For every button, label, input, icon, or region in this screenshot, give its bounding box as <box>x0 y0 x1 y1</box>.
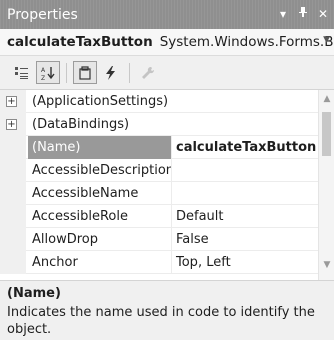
property-value[interactable]: Default <box>176 205 224 228</box>
property-row-allowdrop[interactable]: AllowDrop False <box>0 228 318 251</box>
close-button[interactable]: ✕ <box>314 6 332 23</box>
property-grid: + (ApplicationSettings) + (DataBindings)… <box>0 89 334 281</box>
property-name: (ApplicationSettings) <box>32 94 169 109</box>
row-margin <box>0 251 26 274</box>
column-divider <box>171 205 172 228</box>
property-name: Anchor <box>32 255 78 270</box>
column-divider <box>171 159 172 182</box>
wrench-icon <box>142 66 155 79</box>
property-row-accessibledescription[interactable]: AccessibleDescription <box>0 159 318 182</box>
description-pane: (Name) Indicates the name used in code t… <box>0 281 334 340</box>
properties-icon <box>79 65 91 80</box>
property-row-name[interactable]: (Name) calculateTaxButton <box>0 136 318 159</box>
vertical-scrollbar[interactable]: ▲ ▼ <box>318 90 334 280</box>
object-type: System.Windows.Forms.B <box>159 34 334 50</box>
pin-button[interactable] <box>294 6 312 23</box>
row-margin <box>0 182 26 205</box>
categorized-button[interactable] <box>10 61 34 84</box>
property-name: AccessibleName <box>32 186 139 201</box>
row-margin <box>0 136 26 159</box>
properties-titlebar: Properties ▾ ✕ <box>0 0 334 29</box>
window-dropdown-button[interactable]: ▾ <box>274 6 292 23</box>
object-name: calculateTaxButton <box>7 34 153 50</box>
row-margin <box>0 205 26 228</box>
toolbar-separator <box>66 62 67 83</box>
categorized-icon <box>15 66 28 79</box>
svg-text:A: A <box>41 67 46 74</box>
property-row-accessiblerole[interactable]: AccessibleRole Default <box>0 205 318 228</box>
object-selector[interactable]: calculateTaxButton System.Windows.Forms.… <box>0 29 334 56</box>
property-pages-button[interactable] <box>136 61 160 84</box>
property-value[interactable]: calculateTaxButton <box>176 136 316 159</box>
toolbar-separator <box>129 62 130 83</box>
row-margin <box>0 159 26 182</box>
alphabetical-button[interactable]: A Z <box>36 61 60 84</box>
property-value[interactable]: False <box>176 228 209 251</box>
property-name: (Name) <box>28 136 171 159</box>
pin-icon <box>299 7 307 17</box>
scroll-down-arrow-icon[interactable]: ▼ <box>322 260 332 270</box>
properties-toolbar: A Z <box>0 56 334 89</box>
events-lightning-icon <box>106 65 115 80</box>
events-button[interactable] <box>99 61 123 84</box>
column-divider <box>171 228 172 251</box>
description-text: Indicates the name used in code to ident… <box>7 305 315 337</box>
expand-plus-icon[interactable]: + <box>6 96 17 107</box>
property-row-databindings[interactable]: + (DataBindings) <box>0 113 318 136</box>
property-name: (DataBindings) <box>32 117 130 132</box>
expand-plus-icon[interactable]: + <box>6 119 17 130</box>
column-divider <box>171 136 172 159</box>
scrollbar-thumb[interactable] <box>322 112 331 156</box>
alphabetical-icon: A Z <box>41 66 55 81</box>
scroll-up-arrow-icon[interactable]: ▲ <box>322 94 332 104</box>
description-title: (Name) <box>7 286 61 301</box>
property-row-anchor[interactable]: Anchor Top, Left <box>0 251 318 274</box>
property-name: AccessibleDescription <box>32 163 171 178</box>
property-row-applicationsettings[interactable]: + (ApplicationSettings) <box>0 90 318 113</box>
svg-text:Z: Z <box>41 75 45 81</box>
property-name: AccessibleRole <box>32 209 128 224</box>
column-divider <box>171 182 172 205</box>
properties-button[interactable] <box>73 61 97 84</box>
chevron-down-icon[interactable]: ▼ <box>323 35 330 45</box>
property-name: AllowDrop <box>32 232 98 247</box>
window-title: Properties <box>7 6 78 23</box>
row-margin <box>0 228 26 251</box>
property-row-accessiblename[interactable]: AccessibleName <box>0 182 318 205</box>
property-value[interactable]: Top, Left <box>176 251 231 274</box>
column-divider <box>171 251 172 274</box>
